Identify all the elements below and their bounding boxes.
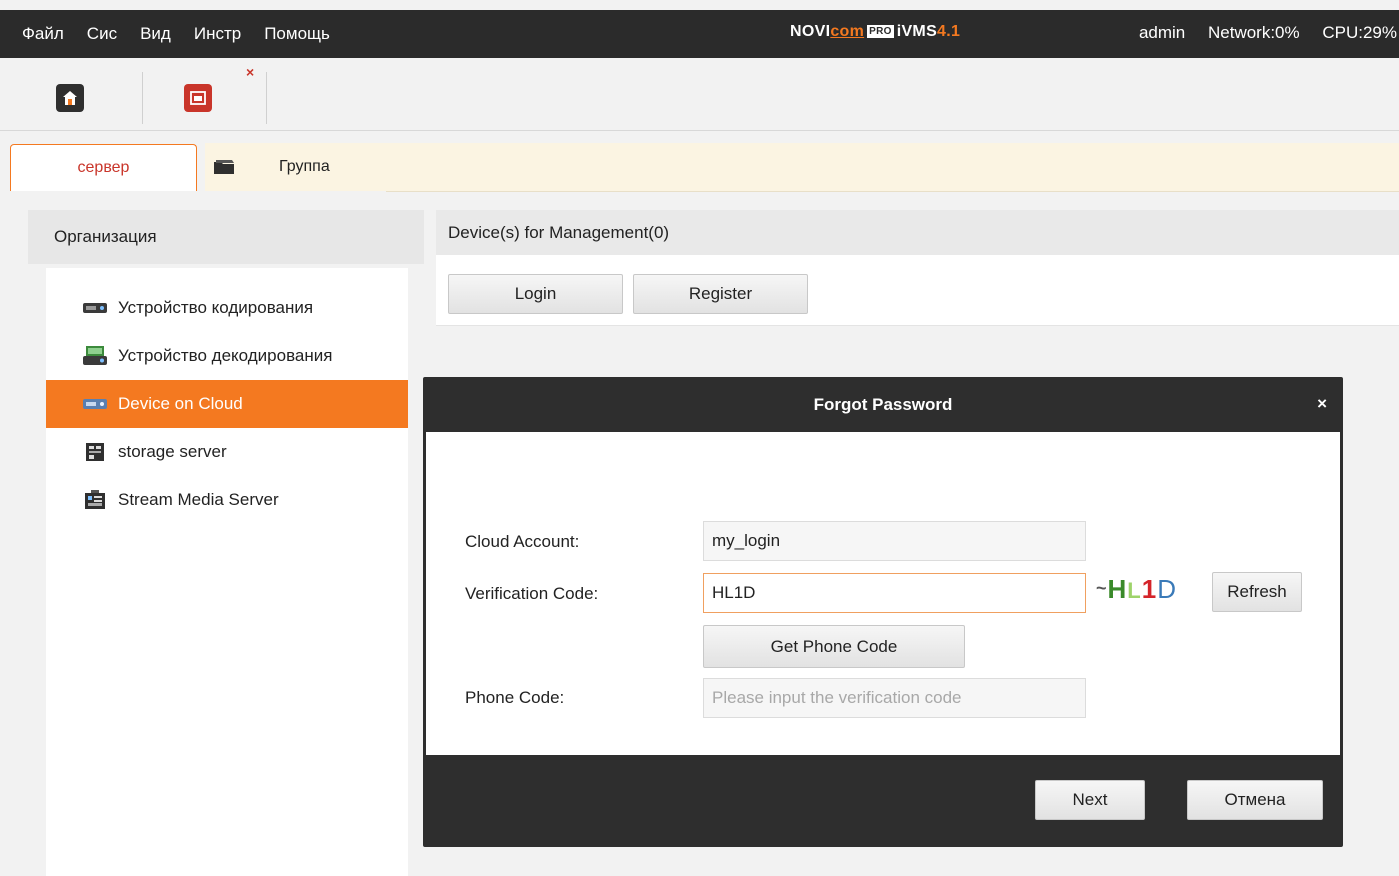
verification-code-input[interactable] xyxy=(703,573,1086,613)
tab-group-label: Группа xyxy=(279,158,330,175)
cloud-account-label: Cloud Account: xyxy=(465,532,580,551)
encoder-device-icon xyxy=(82,302,108,314)
brand-part2: com xyxy=(830,23,865,40)
tab-group[interactable]: Группа xyxy=(205,143,386,191)
captcha-image: ~HL1D xyxy=(1096,574,1177,604)
menu-view[interactable]: Вид xyxy=(140,24,171,44)
brand-version: 4.1 xyxy=(937,23,961,40)
tab-row: сервер Группа xyxy=(0,143,1399,192)
main-menu: Файл Сис Вид Инстр Помощь xyxy=(0,10,330,58)
dialog-title: Forgot Password xyxy=(813,394,953,414)
cloud-action-bar: Login Register xyxy=(436,255,1399,326)
cloud-device-icon xyxy=(82,398,108,410)
menu-help[interactable]: Помощь xyxy=(264,24,330,44)
current-user: admin xyxy=(1138,23,1186,42)
folder-icon xyxy=(214,160,234,174)
stream-media-server-icon xyxy=(82,490,108,510)
forgot-password-dialog: Forgot Password × Cloud Account: Verific… xyxy=(423,377,1343,847)
menu-file[interactable]: Файл xyxy=(22,24,64,44)
toolbar: × xyxy=(0,58,1399,131)
list-item-device-on-cloud[interactable]: Device on Cloud xyxy=(46,380,408,428)
list-item-label: storage server xyxy=(118,442,227,461)
refresh-captcha-button[interactable]: Refresh xyxy=(1212,572,1302,612)
login-button[interactable]: Login xyxy=(448,274,623,314)
list-item-label: Stream Media Server xyxy=(118,490,279,509)
close-tab-icon[interactable]: × xyxy=(246,64,254,80)
cpu-usage: CPU:29% xyxy=(1322,23,1397,42)
verification-code-label: Verification Code: xyxy=(465,584,599,603)
menu-bar: Файл Сис Вид Инстр Помощь NOVIcom PRO iVMS… xyxy=(0,10,1399,58)
list-item-stream-media-server[interactable]: Stream Media Server xyxy=(46,476,408,524)
list-item-storage-server[interactable]: storage server xyxy=(46,428,408,476)
dialog-body: Cloud Account: Verification Code: ~HL1D … xyxy=(426,432,1340,755)
home-icon xyxy=(63,91,77,105)
list-item-decoding-device[interactable]: Устройство декодирования xyxy=(46,332,408,380)
network-usage: Network:0% xyxy=(1207,23,1300,42)
list-item-label: Device on Cloud xyxy=(118,394,243,413)
device-management-icon xyxy=(190,91,206,105)
storage-server-icon xyxy=(82,442,108,462)
menu-system[interactable]: Сис xyxy=(87,24,117,44)
list-item-label: Устройство кодирования xyxy=(118,298,314,317)
toolbar-separator xyxy=(266,72,267,124)
close-icon[interactable]: × xyxy=(1317,394,1327,414)
list-item-label: Устройство декодирования xyxy=(118,346,333,365)
tab-server[interactable]: сервер xyxy=(10,144,197,191)
cloud-account-input[interactable] xyxy=(703,521,1086,561)
list-item-encoding-device[interactable]: Устройство кодирования xyxy=(46,284,408,332)
brand-part1: NOVI xyxy=(790,23,831,40)
device-management-button[interactable] xyxy=(184,84,212,112)
organization-title: Организация xyxy=(54,227,157,246)
home-button[interactable] xyxy=(56,84,84,112)
device-type-list: Устройство кодирования Устройство декоди… xyxy=(46,268,408,876)
device-management-header: Device(s) for Management(0) xyxy=(436,210,1399,255)
status-area: admin Network:0% CPU:29% xyxy=(1121,23,1397,43)
toolbar-separator xyxy=(142,72,143,124)
phone-code-label: Phone Code: xyxy=(465,688,565,707)
device-count-title: Device(s) for Management(0) xyxy=(448,222,670,242)
brand-logo: NOVIcom PRO iVMS4.1 xyxy=(790,23,960,41)
brand-product: iVMS xyxy=(896,23,938,40)
menu-tools[interactable]: Инстр xyxy=(194,24,241,44)
decoder-device-icon xyxy=(82,346,108,366)
cancel-button[interactable]: Отмена xyxy=(1187,780,1323,820)
get-phone-code-button[interactable]: Get Phone Code xyxy=(703,625,965,668)
phone-code-input[interactable] xyxy=(703,678,1086,718)
organization-header: Организация xyxy=(28,210,424,264)
brand-pro-badge: PRO xyxy=(867,25,894,38)
register-button[interactable]: Register xyxy=(633,274,808,314)
tab-bar-background xyxy=(386,143,1399,192)
next-button[interactable]: Next xyxy=(1035,780,1145,820)
organization-panel: Организация Устройство кодирования Устро… xyxy=(28,210,424,876)
